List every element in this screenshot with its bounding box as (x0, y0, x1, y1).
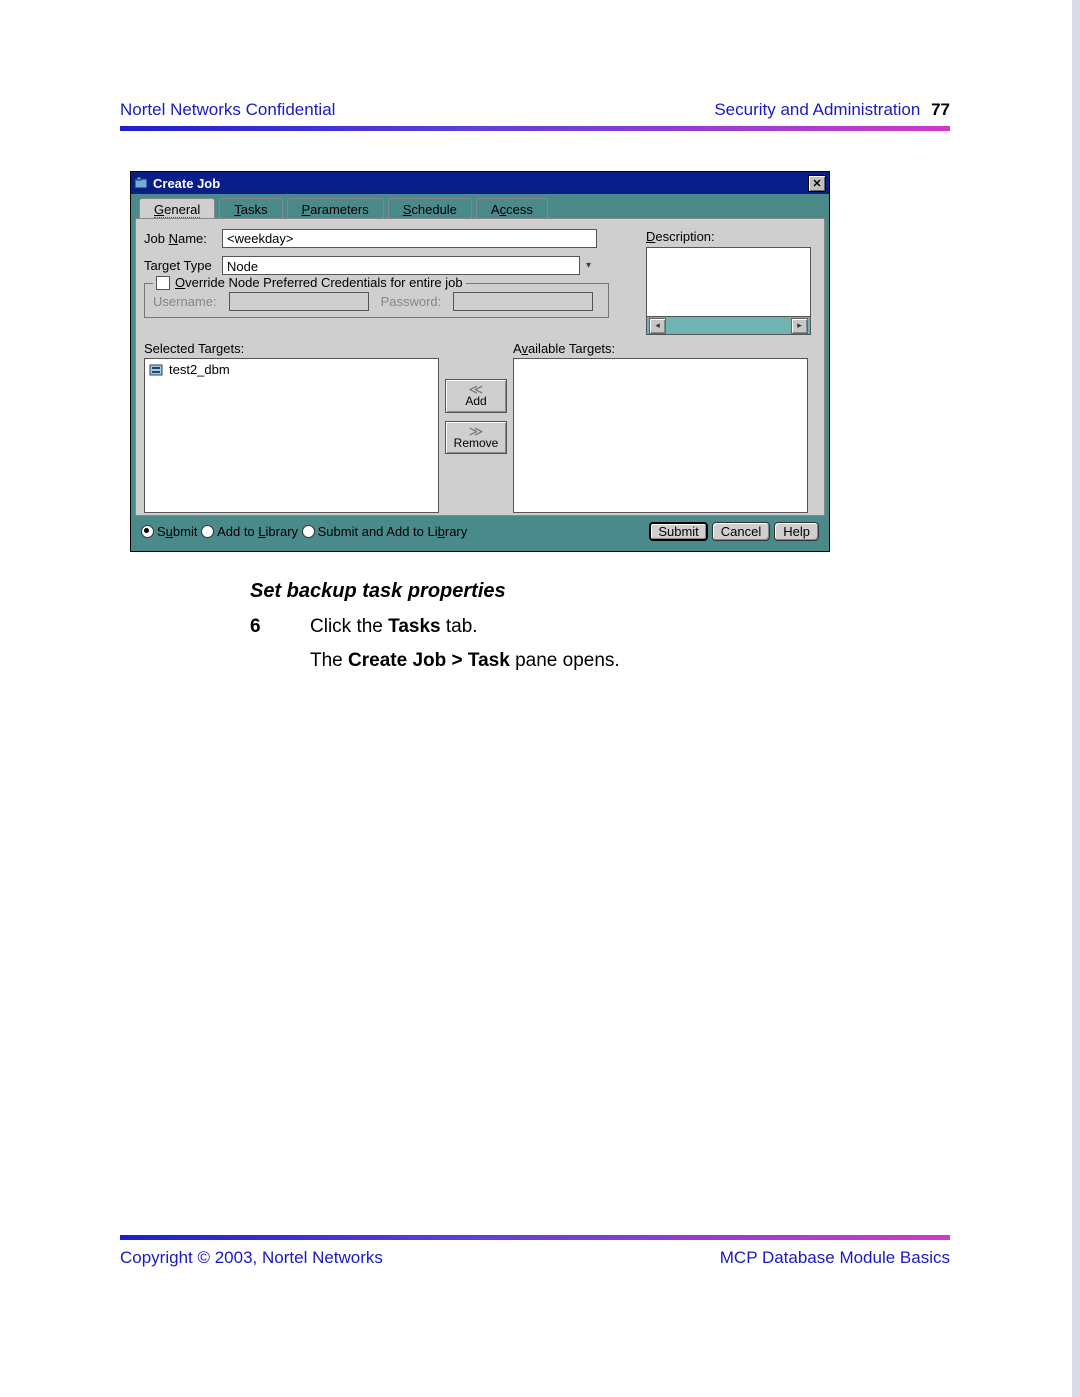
dropdown-arrow-icon[interactable]: ▾ (579, 256, 597, 275)
description-textarea[interactable] (646, 247, 811, 317)
page-content: Nortel Networks Confidential Security an… (120, 100, 950, 680)
header-rule (120, 126, 950, 131)
username-input (229, 292, 369, 311)
bottom-bar: Submit Add to Library Submit and Add to … (135, 516, 825, 547)
footer-right: MCP Database Module Basics (720, 1248, 950, 1268)
tab-parameters[interactable]: Parameters (287, 198, 384, 219)
step-number: 6 (250, 613, 310, 680)
header-right: Security and Administration 77 (714, 100, 950, 120)
add-button[interactable]: ≪ Add (445, 379, 507, 413)
override-credentials-group: Override Node Preferred Credentials for … (144, 283, 609, 318)
radio-add-library-label: Add to Library (217, 524, 302, 539)
window-body: General Tasks Parameters Schedule Access… (131, 194, 829, 551)
footer-rule (120, 1235, 950, 1240)
scroll-left-icon[interactable]: ◂ (649, 318, 666, 334)
job-name-input[interactable] (222, 229, 597, 248)
selected-targets-list[interactable]: test2_dbm (144, 358, 439, 513)
list-item[interactable]: test2_dbm (147, 361, 436, 378)
radio-submit-and-add[interactable] (302, 525, 315, 538)
footer-left: Copyright © 2003, Nortel Networks (120, 1248, 383, 1268)
tab-tasks[interactable]: Tasks (219, 198, 282, 219)
target-type-label: Target Type (144, 258, 222, 273)
instruction-text: Set backup task properties 6 Click the T… (250, 580, 950, 680)
radio-submit[interactable] (141, 525, 154, 538)
password-input (453, 292, 593, 311)
selected-targets-label: Selected Targets: (144, 341, 439, 356)
window-titlebar[interactable]: Create Job ✕ (131, 172, 829, 194)
remove-button[interactable]: ≫ Remove (445, 421, 507, 455)
help-button[interactable]: Help (774, 522, 819, 541)
app-icon (134, 176, 148, 190)
override-label: Override Node Preferred Credentials for … (175, 275, 463, 290)
cancel-button[interactable]: Cancel (712, 522, 770, 541)
section-subhead: Set backup task properties (250, 580, 950, 603)
submit-button[interactable]: Submit (649, 522, 707, 541)
description-hscroll[interactable]: ◂ ▸ (646, 317, 811, 335)
description-label: Description: (646, 229, 816, 244)
job-name-label: Job Name: (144, 231, 222, 246)
override-checkbox[interactable] (156, 276, 170, 290)
password-label: Password: (381, 294, 442, 309)
tabstrip: General Tasks Parameters Schedule Access (135, 198, 825, 219)
close-icon[interactable]: ✕ (808, 175, 826, 192)
radio-submit-and-add-label: Submit and Add to Library (318, 524, 468, 539)
tab-content-general: Job Name: Target Type Node ▾ (135, 218, 825, 516)
tab-schedule[interactable]: Schedule (388, 198, 472, 219)
page-scrollbar-region (1072, 0, 1080, 1397)
running-footer: Copyright © 2003, Nortel Networks MCP Da… (120, 1235, 950, 1268)
running-header: Nortel Networks Confidential Security an… (120, 100, 950, 120)
username-label: Username: (153, 294, 217, 309)
radio-submit-label: Submit (157, 524, 201, 539)
available-targets-list[interactable] (513, 358, 808, 513)
create-job-window: Create Job ✕ General Tasks Parameters Sc… (130, 171, 830, 552)
step-body: Click the Tasks tab. The Create Job > Ta… (310, 613, 620, 680)
scroll-right-icon[interactable]: ▸ (791, 318, 808, 334)
tab-general[interactable]: General (139, 198, 215, 219)
window-title: Create Job (153, 176, 220, 191)
target-type-select[interactable]: Node (222, 256, 597, 275)
available-targets-label: Available Targets: (513, 341, 808, 356)
radio-add-library[interactable] (201, 525, 214, 538)
node-icon (149, 363, 163, 377)
tab-access[interactable]: Access (476, 198, 548, 219)
list-item-label: test2_dbm (169, 362, 230, 377)
header-left: Nortel Networks Confidential (120, 100, 335, 120)
